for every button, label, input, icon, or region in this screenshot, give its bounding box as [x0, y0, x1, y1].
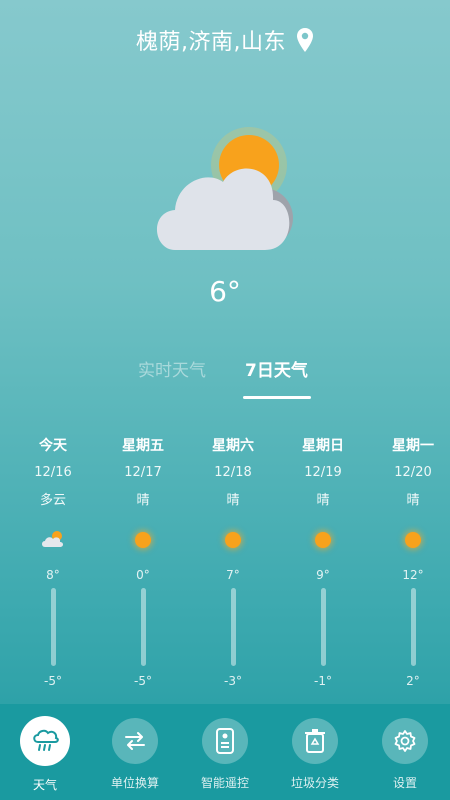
forecast-tabs: 实时天气 7日天气	[0, 350, 450, 405]
day-name: 今天	[39, 438, 67, 454]
weather-icon	[33, 729, 59, 751]
nav-unit-converter[interactable]: 单位换算	[90, 718, 180, 791]
trash-bin-icon	[305, 729, 325, 753]
remote-control-icon	[216, 728, 234, 754]
temp-low: -5°	[44, 674, 62, 688]
nav-settings[interactable]: 设置	[360, 718, 450, 791]
day-date: 12/20	[394, 465, 432, 480]
sun-icon	[315, 532, 331, 548]
day-condition: 晴	[406, 493, 420, 508]
bottom-nav: 天气 单位换算 智能遥控 垃圾分类 设置	[0, 704, 450, 800]
forecast-day[interactable]: 今天 12/16 多云 8° -5°	[8, 432, 98, 688]
gear-icon	[394, 730, 416, 752]
day-date: 12/18	[214, 465, 252, 480]
active-tab-indicator	[243, 396, 311, 399]
temp-low: -1°	[314, 674, 332, 688]
tab-7day[interactable]: 7日天气	[245, 356, 308, 381]
temp-low: 2°	[406, 674, 420, 688]
location-pin-icon[interactable]	[296, 27, 314, 53]
nav-label: 天气	[32, 778, 57, 792]
nav-weather[interactable]: 天气	[0, 716, 90, 793]
temp-range-bar	[230, 588, 236, 666]
header-bar: 槐荫,济南,山东	[0, 18, 450, 62]
forecast-day[interactable]: 星期六 12/18 晴 7° -3°	[188, 432, 278, 688]
temp-low: -3°	[224, 674, 242, 688]
temp-range-bar	[410, 588, 416, 666]
cloud-sun-icon	[42, 531, 63, 547]
temp-high: 12°	[402, 568, 424, 582]
swap-arrows-icon	[125, 732, 145, 750]
nav-label: 单位换算	[110, 776, 159, 790]
nav-smart-remote[interactable]: 智能遥控	[180, 718, 270, 791]
day-condition: 多云	[39, 493, 66, 508]
sun-icon	[135, 532, 151, 548]
forecast-day[interactable]: 星期日 12/19 晴 9° -1°	[278, 432, 368, 688]
temp-range-bar	[50, 588, 56, 666]
partly-cloudy-icon	[156, 127, 293, 250]
day-date: 12/17	[124, 465, 162, 480]
day-name: 星期五	[122, 438, 164, 454]
temp-high: 8°	[46, 568, 60, 582]
day-condition: 晴	[316, 493, 330, 508]
day-condition: 晴	[136, 493, 150, 508]
day-name: 星期日	[302, 438, 344, 454]
day-date: 12/19	[304, 465, 342, 480]
forecast-day[interactable]: 星期五 12/17 晴 0° -5°	[98, 432, 188, 688]
temp-high: 9°	[316, 568, 330, 582]
current-weather	[0, 115, 450, 265]
temp-low: -5°	[134, 674, 152, 688]
day-name: 星期一	[392, 438, 434, 454]
sun-icon	[405, 532, 421, 548]
tab-realtime[interactable]: 实时天气	[138, 356, 206, 381]
sun-icon	[225, 532, 241, 548]
temp-high: 7°	[226, 568, 240, 582]
location-label[interactable]: 槐荫,济南,山东	[136, 24, 286, 56]
day-name: 星期六	[212, 438, 254, 454]
temp-range-bar	[320, 588, 326, 666]
current-temperature: 6°	[209, 275, 241, 308]
temp-range-bar	[140, 588, 146, 666]
nav-label: 智能遥控	[200, 776, 249, 790]
temp-high: 0°	[136, 568, 150, 582]
forecast-list: 今天 12/16 多云 8° -5° 星期五 12/17 晴 0° -5° 星期…	[0, 432, 450, 702]
nav-label: 垃圾分类	[290, 776, 339, 790]
day-condition: 晴	[226, 493, 240, 508]
forecast-day[interactable]: 星期一 12/20 晴 12° 2°	[368, 432, 450, 688]
nav-label: 设置	[392, 776, 417, 790]
nav-garbage-sorting[interactable]: 垃圾分类	[270, 718, 360, 791]
day-date: 12/16	[34, 465, 72, 480]
